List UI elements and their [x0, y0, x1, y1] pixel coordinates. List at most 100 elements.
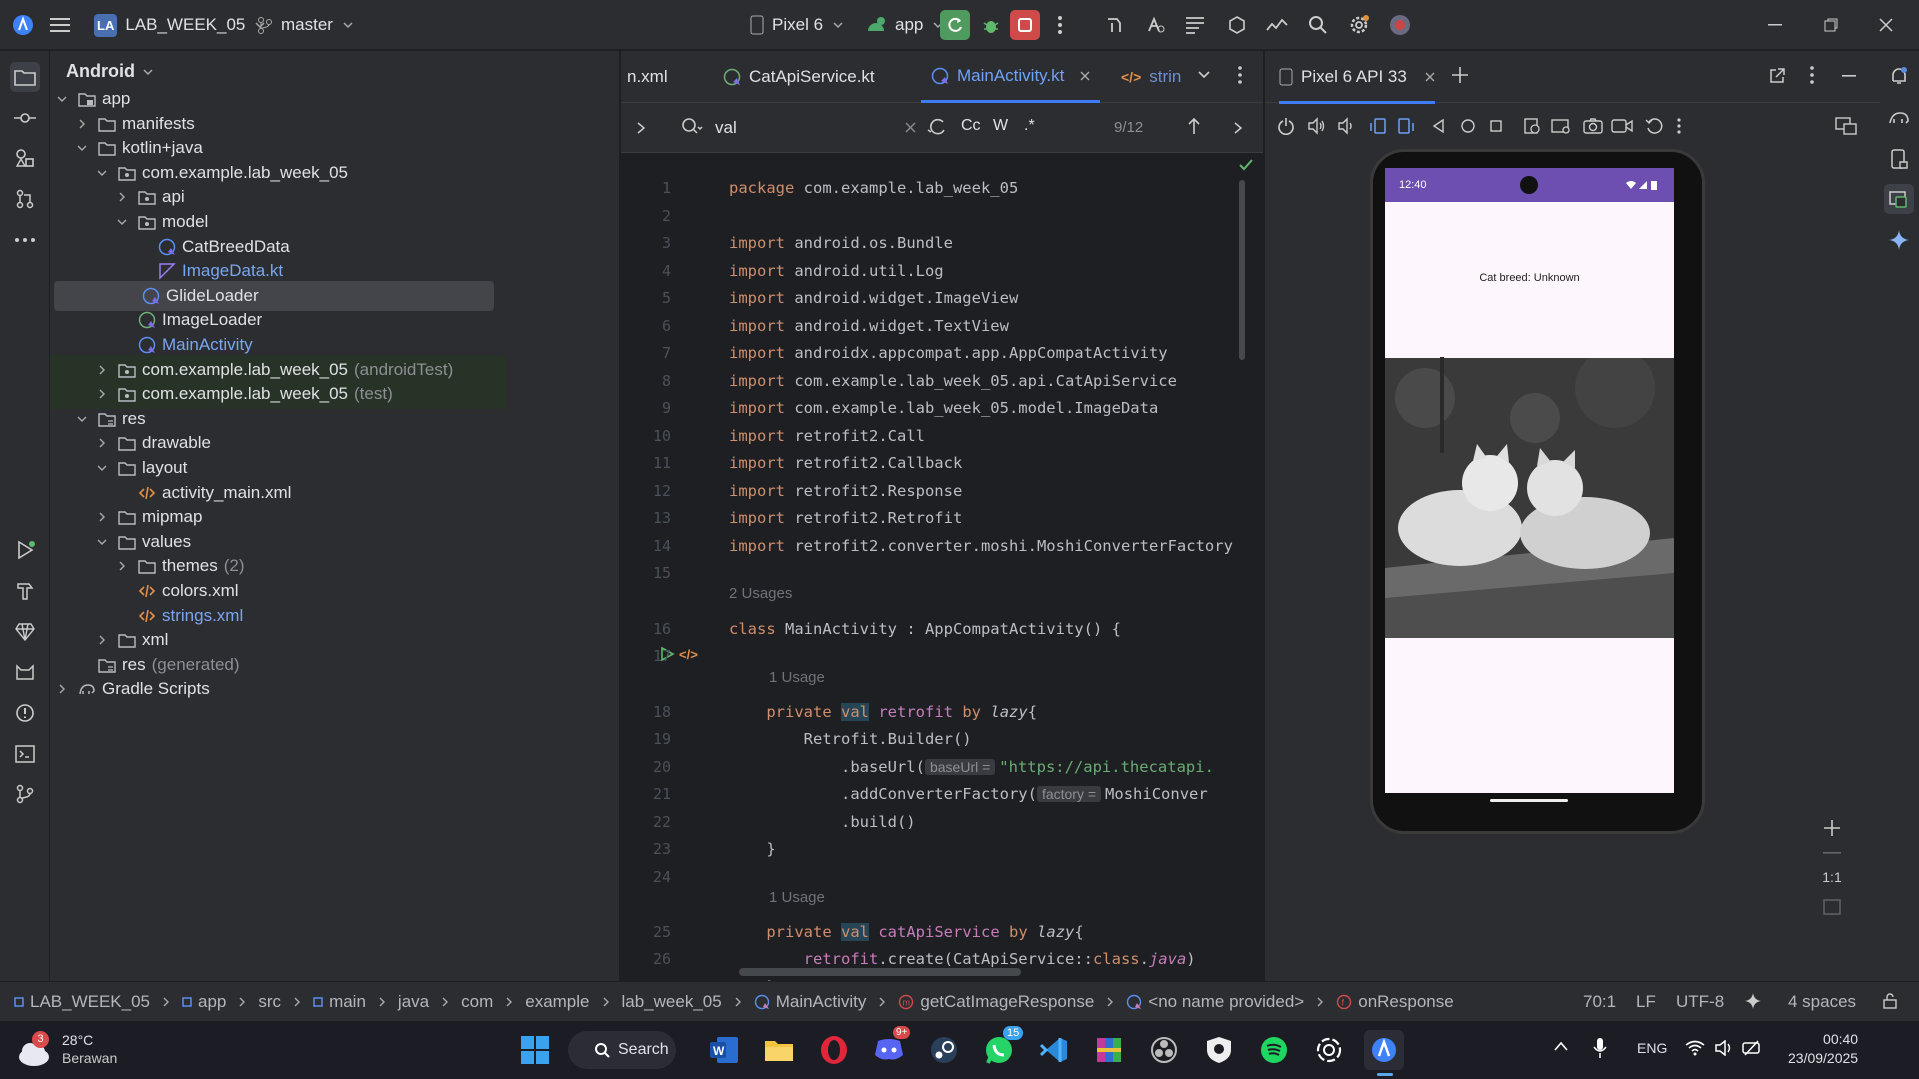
vscode-app-icon[interactable] — [1034, 1030, 1074, 1070]
stop-icon[interactable] — [1010, 10, 1040, 40]
chevron-right-icon[interactable] — [76, 118, 98, 130]
input-language[interactable]: ENG — [1637, 1040, 1667, 1056]
ai-sparkle-icon[interactable] — [1745, 993, 1761, 1009]
terminal-icon[interactable] — [10, 739, 40, 769]
tab-catapiservice[interactable]: CatApiService.kt — [713, 51, 885, 103]
branch-selector[interactable]: master — [257, 0, 355, 50]
tab-mainactivity[interactable]: MainActivity.kt — [921, 51, 1101, 103]
home-button-icon[interactable] — [1460, 118, 1476, 134]
chevron-right-icon[interactable] — [56, 683, 78, 695]
spotify-app-icon[interactable] — [1254, 1030, 1294, 1070]
battery-saver-icon[interactable] — [1742, 1039, 1762, 1057]
vpn-shield-icon[interactable] — [1199, 1030, 1239, 1070]
line-separator[interactable]: LF — [1636, 992, 1656, 1012]
device-toolbar-more-icon[interactable] — [1677, 118, 1681, 134]
project-folder-icon[interactable] — [10, 62, 40, 92]
power-icon[interactable] — [1277, 117, 1295, 135]
breadcrumb-item[interactable]: app — [182, 992, 246, 1012]
chevron-down-icon[interactable] — [116, 216, 138, 228]
breadcrumb-item[interactable]: java — [398, 992, 449, 1012]
retrofit-usage-hint[interactable]: 1 Usage — [769, 669, 825, 686]
running-devices-icon[interactable] — [1884, 184, 1914, 214]
next-match-chevron-icon[interactable] — [1233, 121, 1243, 135]
add-device-icon[interactable] — [1451, 66, 1469, 84]
device-selector[interactable]: Pixel 6 — [750, 0, 845, 50]
vertical-scrollbar[interactable] — [1239, 180, 1245, 360]
phone-screen[interactable]: 12:40 Cat breed: Unknown — [1385, 168, 1674, 793]
cursor-position[interactable]: 70:1 — [1583, 992, 1616, 1012]
breadcrumb-item[interactable]: MainActivity — [754, 992, 887, 1012]
overview-button-icon[interactable] — [1489, 119, 1503, 133]
taskbar-search-button[interactable]: Search — [568, 1031, 676, 1069]
gesture-handle[interactable] — [1490, 799, 1568, 802]
chevron-right-icon[interactable] — [116, 560, 138, 572]
logcat-icon[interactable] — [1180, 10, 1210, 40]
main-menu-icon[interactable] — [45, 10, 75, 40]
match-case-toggle[interactable]: Cc — [961, 117, 981, 135]
find-input[interactable] — [715, 115, 885, 141]
winrar-app-icon[interactable] — [1089, 1030, 1129, 1070]
gem-icon[interactable] — [10, 617, 40, 647]
mirror-device-icon[interactable] — [1835, 117, 1857, 135]
zoom-actual-size[interactable]: 1:1 — [1822, 869, 1841, 885]
code-area[interactable]: </> 1 package com.example.lab_week_05 2 3… — [621, 153, 1263, 981]
logcat-cat-icon[interactable] — [10, 657, 40, 687]
whatsapp-app-icon[interactable]: 15 — [979, 1026, 1024, 1070]
app-inspection-icon[interactable] — [1222, 10, 1252, 40]
run-config-selector[interactable]: app — [865, 0, 945, 50]
breadcrumb-item[interactable]: <no name provided> — [1126, 992, 1324, 1012]
restore-window-icon[interactable] — [1816, 10, 1846, 40]
zoom-out-icon[interactable] — [1823, 851, 1841, 855]
version-control-icon[interactable] — [10, 779, 40, 809]
read-only-lock-icon[interactable] — [1882, 993, 1898, 1009]
chevron-down-icon[interactable] — [76, 413, 98, 425]
rerun-icon[interactable] — [940, 10, 970, 40]
volume-down-icon[interactable] — [1337, 117, 1355, 135]
chevron-right-icon[interactable] — [96, 634, 118, 646]
project-selector[interactable]: LA LAB_WEEK_05 — [94, 0, 267, 50]
rotate-left-icon[interactable] — [1369, 117, 1387, 135]
chevron-right-icon[interactable] — [116, 191, 138, 203]
steam-app-icon[interactable] — [924, 1030, 964, 1070]
device-settings-icon[interactable] — [1551, 117, 1571, 135]
commit-icon[interactable] — [10, 103, 40, 133]
build-analyzer-icon[interactable] — [1100, 10, 1130, 40]
project-view-selector[interactable]: Android — [66, 61, 155, 82]
notifications-bell-icon[interactable] — [1884, 61, 1914, 91]
close-window-icon[interactable] — [1871, 10, 1901, 40]
class-usages-hint[interactable]: 2 Usages — [729, 585, 792, 602]
build-hammer-icon[interactable] — [10, 576, 40, 606]
avatar[interactable] — [1385, 10, 1415, 40]
tray-overflow-chevron-icon[interactable] — [1553, 1040, 1569, 1052]
more-tools-icon[interactable] — [10, 225, 40, 255]
debug-icon[interactable] — [976, 10, 1006, 40]
close-tab-icon[interactable] — [1425, 72, 1435, 82]
zoom-fit-icon[interactable] — [1823, 899, 1841, 915]
chevron-down-icon[interactable] — [56, 93, 78, 105]
regex-toggle[interactable]: .* — [1024, 117, 1035, 135]
breadcrumb-item[interactable]: lab_week_05 — [622, 992, 742, 1012]
android-studio-icon[interactable] — [8, 10, 38, 40]
snapshot-icon[interactable] — [1523, 117, 1541, 135]
breadcrumb-item[interactable]: src — [258, 992, 301, 1012]
breadcrumb-item[interactable]: m getCatImageResponse — [898, 992, 1114, 1012]
windows-start-icon[interactable] — [515, 1030, 555, 1070]
screen-record-icon[interactable] — [1611, 117, 1633, 135]
chevron-down-icon[interactable] — [96, 167, 118, 179]
rotate-right-icon[interactable] — [1397, 117, 1415, 135]
microphone-icon[interactable] — [1593, 1037, 1607, 1059]
run-tool-icon[interactable] — [10, 535, 40, 565]
chevron-right-icon[interactable] — [96, 511, 118, 523]
wifi-icon[interactable] — [1685, 1040, 1705, 1056]
gemini-sync-icon[interactable] — [1140, 10, 1170, 40]
indent-setting[interactable]: 4 spaces — [1788, 992, 1856, 1012]
profiler-icon[interactable] — [1262, 10, 1292, 40]
close-tab-icon[interactable] — [1080, 71, 1090, 81]
breadcrumb-item[interactable]: main — [313, 992, 386, 1012]
chevron-down-icon[interactable] — [96, 462, 118, 474]
service-usage-hint[interactable]: 1 Usage — [769, 889, 825, 906]
discord-app-icon[interactable]: 9+ — [869, 1026, 911, 1070]
weather-widget[interactable]: 3 28°C Berawan — [16, 1031, 117, 1067]
tab-xml-partial[interactable]: n.xml — [617, 51, 678, 103]
gradle-elephant-icon[interactable] — [1884, 103, 1914, 133]
